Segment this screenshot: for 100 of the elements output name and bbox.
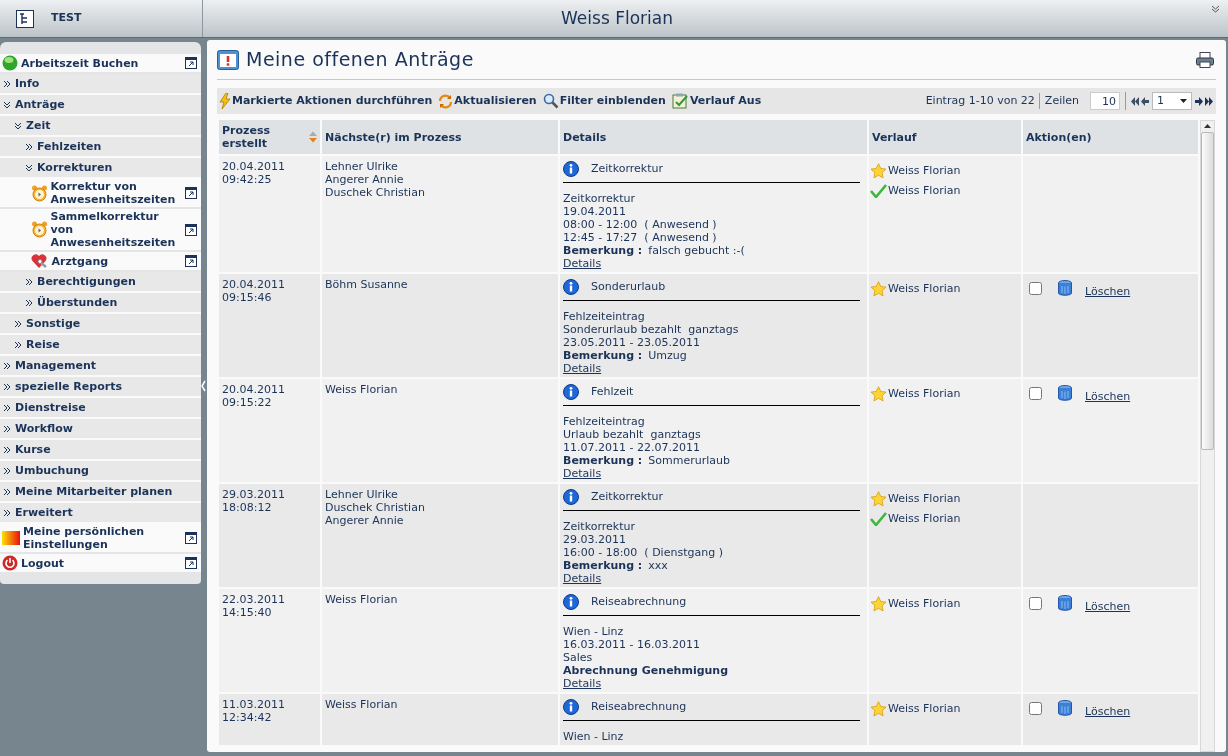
delete-link[interactable]: Löschen — [1085, 284, 1131, 301]
popup-icon[interactable] — [185, 223, 197, 236]
sidebar-folder[interactable]: Umbuchung — [0, 461, 201, 482]
trash-icon[interactable] — [1058, 385, 1072, 401]
info-icon[interactable] — [563, 161, 579, 177]
remark-text: xxx — [648, 559, 668, 572]
toolbar-button[interactable]: Verlauf Aus — [671, 91, 762, 111]
popup-icon[interactable] — [185, 57, 197, 69]
remark-text: falsch gebucht :-( — [648, 244, 745, 257]
sidebar-folder[interactable]: Management — [0, 356, 201, 377]
sidebar-folder[interactable]: Info — [0, 74, 201, 95]
delete-link[interactable]: Löschen — [1085, 389, 1131, 406]
row-checkbox[interactable] — [1029, 597, 1042, 610]
date-cell-text: 20.04.2011 — [222, 383, 286, 396]
sidebar-folder[interactable]: Berechtigungen — [0, 272, 201, 293]
delete-link[interactable]: Löschen — [1085, 704, 1131, 721]
sidebar-folder[interactable]: Dienstreise — [0, 398, 201, 419]
sidebar-link[interactable]: Meine persönlichen Einstellungen — [0, 524, 201, 554]
date-cell-text: 11.03.2011 — [222, 698, 286, 711]
popup-icon[interactable] — [185, 255, 197, 267]
star-icon — [870, 281, 887, 297]
trash-icon[interactable] — [1058, 700, 1072, 716]
trash-icon[interactable] — [1058, 595, 1072, 611]
sidebar-folder[interactable]: Kurse — [0, 440, 201, 461]
sidebar-folder[interactable]: Sonstige — [0, 314, 201, 335]
person-name: Weiss Florian — [325, 698, 399, 711]
popup-icon[interactable] — [185, 187, 197, 199]
sidebar-folder[interactable]: Meine Mitarbeiter planen — [0, 482, 201, 503]
refresh-icon — [438, 93, 454, 109]
approver-name: Weiss Florian — [888, 595, 961, 612]
detail-line: Fehlzeiteintrag — [563, 310, 646, 323]
column-header[interactable]: Verlauf — [872, 130, 917, 144]
info-icon[interactable] — [563, 384, 579, 400]
sidebar-folder[interactable]: Überstunden — [0, 293, 201, 314]
trash-icon[interactable] — [1058, 280, 1072, 296]
tree-icon[interactable] — [16, 9, 34, 28]
sidebar-folder[interactable]: Fehlzeiten — [0, 137, 201, 158]
sidebar-folder[interactable]: Anträge — [0, 95, 201, 116]
details-link[interactable]: Details — [563, 257, 602, 270]
person-name: Lehner Ulrike — [325, 488, 399, 501]
sidebar-folder[interactable]: Reise — [0, 335, 201, 356]
page-select[interactable]: 1 — [1152, 92, 1192, 110]
clipboard-icon — [671, 93, 689, 109]
details-link[interactable]: Details — [563, 572, 602, 585]
toolbar-button[interactable]: Markierte Aktionen durchführen — [219, 91, 433, 111]
remark-label: Bemerkung : — [563, 454, 643, 467]
request-type: Zeitkorrektur — [591, 490, 663, 503]
remark-text: Umzug — [648, 349, 687, 362]
scrollbar[interactable] — [1200, 120, 1215, 752]
info-icon[interactable] — [563, 594, 579, 610]
approver-name: Weiss Florian — [888, 385, 961, 402]
approver-name: Weiss Florian — [888, 510, 961, 527]
person-name: Weiss Florian — [325, 593, 399, 606]
popup-icon[interactable] — [185, 557, 197, 569]
column-header[interactable]: Details — [563, 130, 607, 144]
sidebar-folder[interactable]: Erweitert — [0, 503, 201, 524]
request-type: Zeitkorrektur — [591, 162, 663, 175]
approver-name: Weiss Florian — [888, 280, 961, 297]
color-swatch-icon — [2, 531, 20, 545]
sidebar-link[interactable]: Logout — [0, 554, 201, 574]
sidebar-link[interactable]: Arbeitszeit Buchen — [0, 54, 201, 74]
person-name: Weiss Florian — [325, 383, 399, 396]
popup-icon[interactable] — [185, 532, 197, 544]
scroll-thumb[interactable] — [1201, 132, 1214, 450]
sidebar-link[interactable]: Arztgang — [0, 252, 201, 272]
sidebar-folder[interactable]: Zeit — [0, 116, 201, 137]
details-link[interactable]: Details — [563, 362, 602, 375]
sidebar-folder[interactable]: spezielle Reports — [0, 377, 201, 398]
sidebar-folder[interactable]: Korrekturen — [0, 158, 201, 179]
time-cell-text: 09:42:25 — [222, 173, 273, 186]
detail-line: 08:00 - 12:00 ( Anwesend ) — [563, 218, 718, 231]
scroll-up-icon[interactable] — [1204, 124, 1211, 128]
rows-input[interactable]: 10 — [1090, 92, 1120, 110]
entry-range: Eintrag 1-10 von 22 — [925, 92, 1040, 110]
detail-line: 19.04.2011 — [563, 205, 627, 218]
sidebar-folder[interactable]: Workflow — [0, 419, 201, 440]
info-icon[interactable] — [563, 699, 579, 715]
info-icon[interactable] — [563, 279, 579, 295]
collapse-handle-icon[interactable] — [201, 380, 206, 392]
collapse-icon[interactable] — [1211, 5, 1220, 13]
sidebar-link[interactable]: Korrektur von Anwesenheitszeiten — [0, 179, 201, 209]
sidebar-link[interactable]: Sammelkorrektur von Anwesenheitszeiten — [0, 209, 201, 252]
row-checkbox[interactable] — [1029, 282, 1042, 295]
details-link[interactable]: Details — [563, 467, 602, 480]
print-icon[interactable] — [1196, 51, 1214, 68]
column-header[interactable]: Aktion(en) — [1026, 130, 1092, 144]
next-last-icon[interactable] — [1194, 96, 1214, 106]
alarm-clock-icon — [30, 184, 48, 202]
first-prev-icon[interactable] — [1130, 96, 1150, 106]
delete-link[interactable]: Löschen — [1085, 599, 1131, 616]
toolbar-button[interactable]: Aktualisieren — [438, 91, 537, 111]
app-label: TEST — [51, 10, 82, 27]
row-checkbox[interactable] — [1029, 387, 1042, 400]
time-cell-text: 09:15:46 — [222, 291, 273, 304]
detail-line: 29.03.2011 — [563, 533, 627, 546]
info-icon[interactable] — [563, 489, 579, 505]
row-checkbox[interactable] — [1029, 702, 1042, 715]
approver-name: Weiss Florian — [888, 490, 961, 507]
toolbar-button[interactable]: Filter einblenden — [542, 91, 666, 111]
details-link[interactable]: Details — [563, 677, 602, 690]
